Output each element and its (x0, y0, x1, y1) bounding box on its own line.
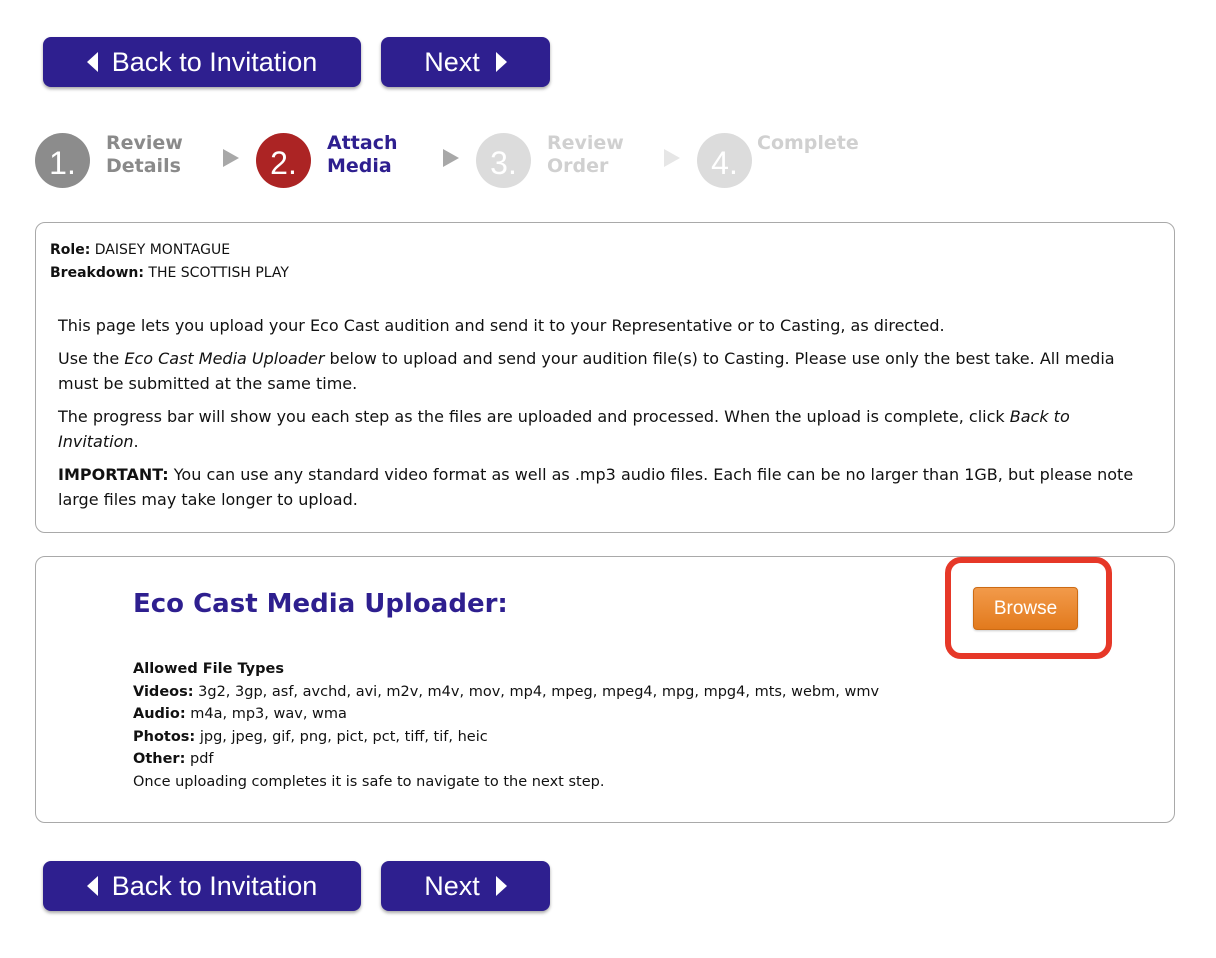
other-types: Other: pdf (133, 748, 879, 771)
step-label: Review Details (106, 132, 183, 178)
breakdown-line: Breakdown: THE SCOTTISH PLAY (50, 262, 289, 285)
text-span: Use the (58, 349, 125, 368)
browse-button[interactable]: Browse (973, 587, 1078, 630)
step-number-circle: 4. (697, 133, 752, 188)
step-number-circle: 1. (35, 133, 90, 188)
back-to-invitation-button[interactable]: Back to Invitation (43, 861, 361, 911)
uploader-instructions-paragraph: Use the Eco Cast Media Uploader below to… (58, 346, 1148, 396)
progress-steps: 1. Review Details 2. Attach Media 3. Rev… (35, 130, 935, 190)
allowed-types-heading: Allowed File Types (133, 658, 879, 681)
step-number-circle: 2. (256, 133, 311, 188)
step-label-line2: Details (106, 155, 181, 177)
back-button-label: Back to Invitation (111, 46, 318, 77)
allowed-file-types: Allowed File Types Videos: 3g2, 3gp, asf… (133, 658, 879, 793)
step-label: Complete (757, 132, 859, 155)
audition-info-panel: Role: DAISEY MONTAGUE Breakdown: THE SCO… (35, 222, 1175, 533)
step-label-line1: Review (106, 132, 183, 154)
back-to-invitation-button[interactable]: Back to Invitation (43, 37, 361, 87)
important-paragraph: IMPORTANT: You can use any standard vide… (58, 462, 1148, 512)
step-label-line2: Media (327, 155, 392, 177)
step-arrow-icon (223, 149, 239, 167)
videos-types: Videos: 3g2, 3gp, asf, avchd, avi, m2v, … (133, 681, 879, 704)
other-value: pdf (185, 751, 214, 767)
text-span: . (133, 432, 139, 451)
intro-paragraph: This page lets you upload your Eco Cast … (58, 316, 945, 335)
photos-value: jpg, jpeg, gif, png, pict, pct, tiff, ti… (195, 728, 488, 745)
important-label: IMPORTANT: (58, 465, 169, 484)
uploader-name-emphasis: Eco Cast Media Uploader (124, 349, 325, 368)
photos-types: Photos: jpg, jpeg, gif, png, pict, pct, … (133, 726, 879, 749)
videos-label: Videos: (133, 683, 194, 700)
breakdown-value: THE SCOTTISH PLAY (148, 264, 289, 281)
next-button-label: Next (424, 870, 480, 901)
photos-label: Photos: (133, 728, 196, 745)
next-button[interactable]: Next (381, 37, 550, 87)
role-value: DAISEY MONTAGUE (94, 242, 231, 258)
navigation-note: Once uploading completes it is safe to n… (133, 773, 605, 790)
caret-right-icon (495, 52, 507, 72)
audio-types: Audio: m4a, mp3, wav, wma (133, 703, 879, 726)
role-label: Role: (50, 242, 91, 258)
breakdown-label: Breakdown: (50, 264, 144, 281)
role-line: Role: DAISEY MONTAGUE (50, 239, 289, 262)
step-arrow-icon (443, 149, 459, 167)
step-label-line2: Order (547, 155, 609, 177)
top-nav: Back to Invitation Next (43, 37, 550, 87)
step-label: Review Order (547, 132, 624, 178)
important-text: You can use any standard video format as… (58, 465, 1134, 509)
step-label: Attach Media (327, 132, 397, 178)
text-span: The progress bar will show you each step… (58, 407, 1010, 426)
videos-value: 3g2, 3gp, asf, avchd, avi, m2v, m4v, mov… (193, 683, 880, 700)
role-details: Role: DAISEY MONTAGUE Breakdown: THE SCO… (50, 239, 289, 284)
audio-label: Audio: (133, 706, 186, 722)
step-arrow-icon (664, 149, 680, 167)
step-label-line1: Complete (757, 132, 859, 154)
caret-left-icon (86, 52, 98, 72)
uploader-title: Eco Cast Media Uploader: (133, 589, 508, 619)
other-label: Other: (133, 751, 186, 767)
next-button-label: Next (424, 46, 480, 77)
progress-paragraph: The progress bar will show you each step… (58, 404, 1148, 454)
step-number-circle: 3. (476, 133, 531, 188)
audio-value: m4a, mp3, wav, wma (185, 706, 347, 722)
next-button[interactable]: Next (381, 861, 550, 911)
back-button-label: Back to Invitation (111, 870, 318, 901)
caret-left-icon (86, 876, 98, 896)
step-label-line1: Review (547, 132, 624, 154)
step-label-line1: Attach (327, 132, 398, 154)
bottom-nav: Back to Invitation Next (43, 861, 550, 911)
caret-right-icon (495, 876, 507, 896)
allowed-types-heading-text: Allowed File Types (133, 661, 284, 677)
